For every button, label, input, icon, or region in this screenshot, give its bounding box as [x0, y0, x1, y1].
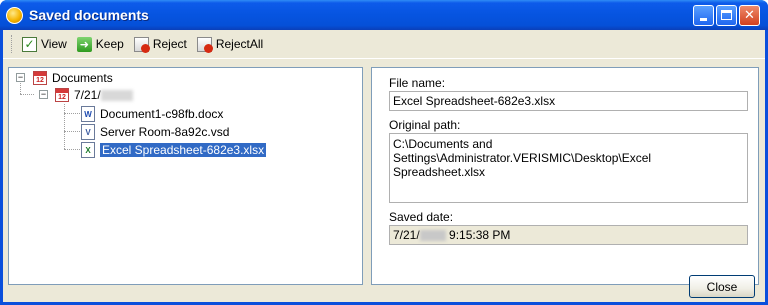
tree-file-item[interactable]: V Server Room-8a92c.vsd: [81, 124, 229, 140]
tree-node-documents-label: Documents: [52, 71, 113, 85]
calendar-icon: 12: [55, 88, 69, 102]
collapse-documents-toggle[interactable]: −: [16, 73, 25, 82]
view-label: View: [41, 37, 67, 51]
original-path-label: Original path:: [389, 118, 461, 132]
original-path-field[interactable]: C:\Documents and Settings\Administrator.…: [389, 133, 748, 203]
collapse-date-toggle[interactable]: −: [39, 90, 48, 99]
visio-doc-icon: V: [81, 124, 95, 140]
word-doc-icon: W: [81, 106, 95, 122]
window-title: Saved documents: [29, 7, 149, 23]
tree-file-item-selected[interactable]: X Excel Spreadsheet-682e3.xlsx: [81, 142, 267, 158]
reject-all-icon: [196, 36, 213, 53]
close-window-button[interactable]: ✕: [739, 4, 760, 26]
title-bar[interactable]: Saved documents ✕: [0, 0, 768, 30]
tree-file-label: Document1-c98fb.docx: [100, 107, 224, 121]
minimize-button[interactable]: [693, 4, 714, 26]
tree-file-label: Server Room-8a92c.vsd: [100, 125, 230, 139]
close-icon: ✕: [744, 7, 755, 22]
tree-connector: [64, 149, 80, 150]
maximize-icon: [721, 10, 732, 20]
app-icon: [6, 6, 23, 24]
view-check-icon: ✓: [22, 36, 37, 52]
documents-tree[interactable]: − 12 Documents − 12 7/21/ W Document1-c9…: [8, 67, 363, 285]
tree-file-item[interactable]: W Document1-c98fb.docx: [81, 106, 223, 122]
maximize-button[interactable]: [716, 4, 737, 26]
excel-doc-icon: X: [81, 142, 95, 158]
reject-icon: [133, 36, 150, 53]
saved-date-field[interactable]: 7/21/ 9:15:38 PM: [389, 225, 748, 245]
view-button[interactable]: ✓ View: [20, 33, 69, 55]
tree-connector: [20, 94, 34, 95]
tree-connector: [64, 131, 80, 132]
reject-all-label: RejectAll: [215, 37, 264, 51]
saved-date-prefix: 7/21/: [393, 228, 420, 242]
toolbar: ✓ View ➜ Keep Reject RejectAll: [3, 30, 765, 59]
file-name-field[interactable]: Excel Spreadsheet-682e3.xlsx: [389, 91, 748, 111]
tree-connector: [20, 80, 21, 94]
toolbar-grip[interactable]: [11, 35, 14, 53]
minimize-icon: [700, 17, 707, 21]
reject-all-button[interactable]: RejectAll: [195, 33, 265, 55]
redacted-date-text: [419, 230, 446, 242]
tree-connector: [64, 113, 80, 114]
saved-date-label: Saved date:: [389, 210, 454, 224]
close-button[interactable]: Close: [689, 275, 755, 298]
tree-node-documents[interactable]: 12 Documents: [33, 70, 113, 86]
reject-button[interactable]: Reject: [132, 33, 189, 55]
saved-date-time: 9:15:38 PM: [449, 228, 511, 242]
details-panel: File name: Excel Spreadsheet-682e3.xlsx …: [371, 67, 759, 285]
tree-file-label: Excel Spreadsheet-682e3.xlsx: [100, 143, 267, 157]
keep-label: Keep: [95, 37, 124, 51]
tree-connector: [64, 104, 65, 149]
redacted-date-text: [100, 89, 133, 101]
keep-arrow-icon: ➜: [76, 36, 92, 52]
reject-label: Reject: [152, 37, 187, 51]
calendar-icon: 12: [33, 71, 47, 85]
saved-documents-window: Saved documents ✕ ✓ View ➜ Keep Reject R…: [0, 0, 768, 305]
client-area: ✓ View ➜ Keep Reject RejectAll − 12 Docu…: [3, 30, 765, 302]
file-name-label: File name:: [389, 76, 446, 90]
keep-button[interactable]: ➜ Keep: [75, 33, 126, 55]
tree-node-date[interactable]: 12 7/21/: [55, 87, 133, 103]
tree-node-date-label: 7/21/: [74, 88, 101, 102]
